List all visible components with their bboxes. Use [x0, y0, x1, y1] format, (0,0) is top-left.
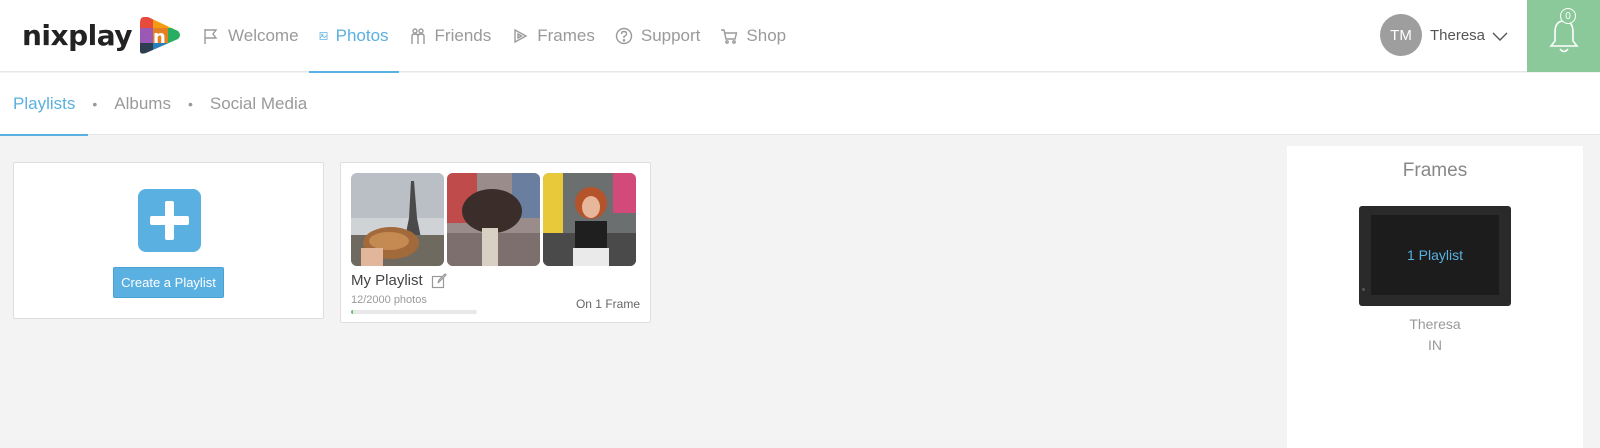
playlist-frames-label: On 1 Frame — [575, 297, 640, 311]
nav-frames[interactable]: Frames — [501, 0, 605, 72]
playlist-capacity-bar — [351, 310, 477, 314]
playlist-title: My Playlist — [351, 272, 423, 289]
svg-text:n: n — [153, 27, 166, 48]
playlist-photo-count: 12/2000 photos — [351, 294, 427, 306]
nav-shop-label: Shop — [746, 26, 787, 45]
nav-welcome-label: Welcome — [228, 26, 299, 45]
nav-welcome[interactable]: Welcome — [200, 0, 309, 72]
frames-panel-title: Frames — [1402, 160, 1468, 181]
notification-count-badge: 0 — [1560, 8, 1576, 24]
cart-icon — [721, 29, 738, 44]
playlist-thumbnails — [351, 173, 636, 266]
frame-owner: Theresa — [1409, 316, 1461, 332]
frame-country: IN — [1428, 337, 1442, 353]
chevron-down-icon — [1492, 32, 1508, 41]
playlist-thumbnail — [351, 173, 444, 266]
tab-playlists[interactable]: Playlists — [0, 73, 89, 136]
playlist-card[interactable]: My Playlist 12/2000 photos On 1 Frame — [340, 162, 651, 323]
create-playlist-card: Create a Playlist — [13, 162, 324, 319]
times-square-photo — [543, 173, 636, 266]
frame-icon — [514, 28, 528, 44]
nav-frames-label: Frames — [537, 26, 595, 45]
help-icon — [615, 27, 633, 45]
umbrella-city-photo — [447, 173, 540, 266]
top-navigation-bar: nixplay n Welcome Photos Friends Frames … — [0, 0, 1600, 73]
eiffel-tower-photo — [351, 173, 444, 266]
add-playlist-button[interactable] — [138, 189, 201, 252]
plus-icon — [150, 201, 189, 240]
frame-led — [1362, 288, 1365, 291]
frame-device[interactable]: 1 Playlist — [1359, 206, 1511, 306]
edit-icon[interactable] — [431, 272, 447, 289]
user-name: Theresa — [1430, 26, 1486, 44]
nixplay-logo[interactable]: nixplay n — [22, 13, 182, 57]
logo-mark-icon: n — [140, 17, 181, 54]
flag-icon — [204, 29, 218, 44]
nav-shop[interactable]: Shop — [710, 0, 796, 72]
nav-support[interactable]: Support — [605, 0, 711, 72]
nav-photos[interactable]: Photos — [308, 0, 399, 73]
friends-icon — [410, 28, 425, 44]
tab-separator: • — [92, 96, 98, 112]
playlist-thumbnail — [447, 173, 540, 266]
user-menu[interactable]: TM Theresa — [1380, 14, 1509, 56]
frame-screen: 1 Playlist — [1371, 215, 1499, 295]
main-nav: Welcome Photos Friends Frames Support Sh… — [200, 0, 796, 73]
tab-social-media[interactable]: Social Media — [197, 73, 320, 135]
nav-friends-label: Friends — [434, 26, 492, 45]
playlist-thumbnail — [543, 173, 636, 266]
tab-albums[interactable]: Albums — [101, 73, 184, 135]
create-playlist-button[interactable]: Create a Playlist — [113, 267, 224, 298]
playlist-title-row: My Playlist — [351, 272, 447, 289]
photos-subnav: Playlists • Albums • Social Media — [0, 73, 1600, 136]
notifications-button[interactable]: 0 — [1527, 0, 1600, 72]
nav-support-label: Support — [640, 26, 701, 45]
photo-icon — [319, 32, 327, 40]
frames-panel: Frames 1 Playlist Theresa IN — [1287, 146, 1583, 448]
nav-friends[interactable]: Friends — [399, 0, 502, 72]
logo-text: nixplay — [22, 18, 133, 52]
nav-photos-label: Photos — [335, 26, 389, 45]
avatar: TM — [1380, 14, 1422, 56]
playlist-capacity-fill — [351, 310, 353, 314]
tab-separator: • — [187, 96, 193, 112]
